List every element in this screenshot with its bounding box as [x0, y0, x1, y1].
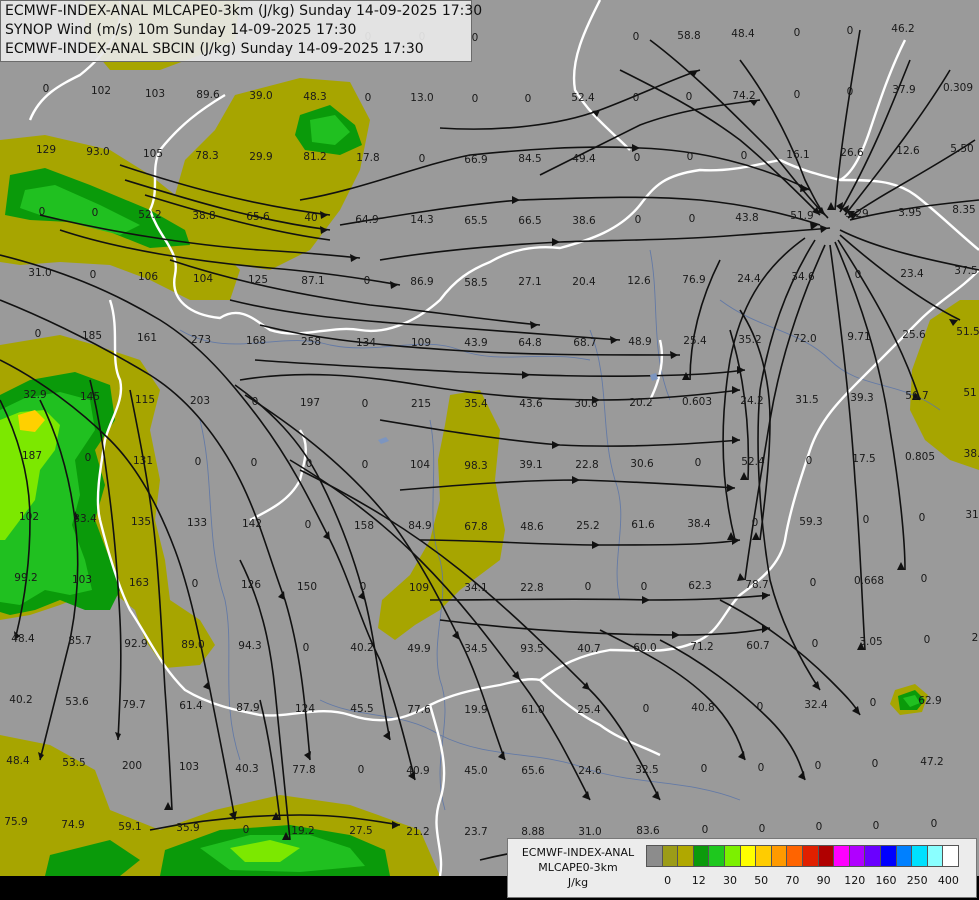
- legend-swatch: [739, 845, 757, 867]
- legend-swatch: [895, 845, 913, 867]
- legend-swatch: [848, 845, 866, 867]
- legend-swatch: [911, 845, 928, 867]
- legend-tick-label: 12: [691, 874, 706, 887]
- legend-ticks: 0 12 30 50 70 90 120 160 250 400: [646, 874, 976, 890]
- legend-title: ECMWF-INDEX-ANAL MLCAPE0-3km J/kg: [512, 845, 644, 890]
- legend-tick-label: 160: [875, 874, 897, 887]
- legend-title-line1: ECMWF-INDEX-ANAL: [521, 846, 635, 859]
- legend-swatch: [646, 845, 663, 867]
- legend-swatches: [646, 845, 959, 867]
- legend-unit: J/kg: [567, 876, 589, 889]
- cape-shading: [0, 0, 979, 876]
- lakes: [378, 373, 658, 444]
- legend-title-line2: MLCAPE0-3km: [538, 861, 618, 874]
- legend-swatch: [926, 845, 944, 867]
- legend-tick-label: 90: [816, 874, 831, 887]
- legend-swatch: [723, 845, 741, 867]
- legend-swatch: [801, 845, 819, 867]
- legend-tick-label: 250: [906, 874, 928, 887]
- legend-swatch: [661, 845, 679, 867]
- legend-swatch: [770, 845, 788, 867]
- map-canvas[interactable]: 0 102 103 89.6 39.0 48.3 0 13.0 0 0 52.4 0 0 74.2 0 0 37…: [0, 0, 979, 900]
- header-line-wind: SYNOP Wind (m/s) 10m Sunday 14-09-2025 1…: [5, 22, 357, 38]
- legend-swatch: [755, 845, 772, 867]
- legend-swatch: [677, 845, 694, 867]
- legend-tick-label: 50: [754, 874, 769, 887]
- legend-swatch: [817, 845, 835, 867]
- legend-swatch: [879, 845, 897, 867]
- legend-swatch: [692, 845, 710, 867]
- header-line-cin: ECMWF-INDEX-ANAL SBCIN (J/kg) Sunday 14-…: [5, 41, 424, 57]
- legend-tick-label: 120: [844, 874, 866, 887]
- legend-swatch: [833, 845, 850, 867]
- weather-map-layer: [0, 0, 979, 877]
- legend-swatch: [786, 845, 803, 867]
- legend-tick-label: 400: [937, 874, 959, 887]
- header-line-cape: ECMWF-INDEX-ANAL MLCAPE0-3km (J/kg) Sund…: [5, 3, 483, 19]
- legend-swatch: [864, 845, 881, 867]
- legend-swatch: [942, 845, 959, 867]
- country-borders: [28, 0, 979, 877]
- color-legend: ECMWF-INDEX-ANAL MLCAPE0-3km J/kg 0 12 30 5…: [507, 838, 977, 898]
- legend-tick-label: 0: [664, 874, 672, 887]
- legend-tick-label: 30: [723, 874, 737, 887]
- legend-tick-label: 70: [785, 874, 800, 887]
- legend-swatch: [708, 845, 725, 867]
- map-header: ECMWF-INDEX-ANAL MLCAPE0-3km (J/kg) Sund…: [0, 0, 483, 62]
